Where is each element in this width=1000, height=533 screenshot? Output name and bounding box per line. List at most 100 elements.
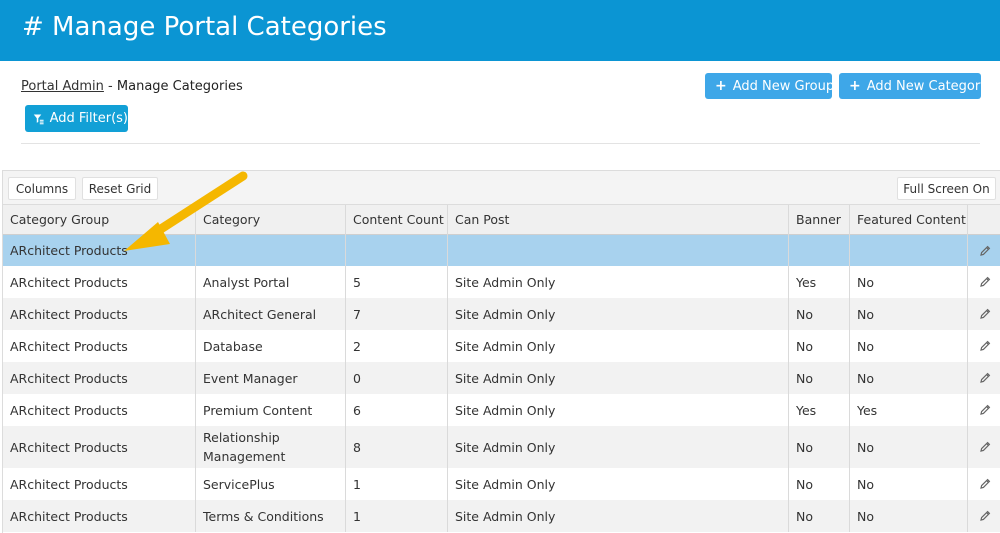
cell-category: ServicePlus [196,468,346,500]
cell-banner: No [789,330,850,362]
cell-featured-content: No [850,298,968,330]
cell-content-count: 6 [346,394,448,426]
cell-content-count: 2 [346,330,448,362]
pencil-icon [979,276,990,287]
cell-can-post: Site Admin Only [448,266,789,298]
table-row[interactable]: ARchitect Products Relationship Managemen… [3,426,1000,468]
table-row[interactable]: ARchitect Products Event Manager 0 Site Adm… [3,362,1000,394]
breadcrumb: Portal Admin - Manage Categories [21,79,243,94]
grid-toolbar: Columns Reset Grid Full Screen On [3,171,1000,205]
cell-category-group: ARchitect Products [3,298,196,330]
table-row[interactable]: ARchitect Products Premium Content 6 Site A… [3,394,1000,426]
cell-content-count: 1 [346,468,448,500]
table-row[interactable]: ARchitect Products [3,235,1000,266]
cell-category-group: ARchitect Products [3,362,196,394]
categories-grid: Columns Reset Grid Full Screen On Catego… [2,170,1000,533]
column-header-banner[interactable]: Banner [789,205,850,235]
cell-featured-content: No [850,468,968,500]
edit-button[interactable] [968,330,1000,362]
cell-can-post: Site Admin Only [448,298,789,330]
cell-banner: No [789,298,850,330]
cell-category [196,235,346,266]
column-header-featured-content[interactable]: Featured Content [850,205,968,235]
cell-can-post: Site Admin Only [448,426,789,468]
cell-can-post: Site Admin Only [448,362,789,394]
breadcrumb-link-portal-admin[interactable]: Portal Admin [21,79,104,94]
cell-featured-content: No [850,362,968,394]
plus-icon: + [849,78,861,94]
cell-can-post: Site Admin Only [448,394,789,426]
add-filter-label: Add Filter(s) [49,111,128,126]
cell-can-post: Site Admin Only [448,330,789,362]
add-new-category-button[interactable]: + Add New Category [839,73,988,99]
cell-can-post [448,235,789,266]
cell-featured-content: No [850,266,968,298]
cell-banner: No [789,500,850,532]
pencil-icon [979,441,990,452]
grid-header: Category Group Category Content Count Ca… [3,205,1000,235]
page-title: # Manage Portal Categories [22,12,387,42]
cell-content-count: 8 [346,426,448,468]
cell-category-group: ARchitect Products [3,330,196,362]
edit-button[interactable] [968,468,1000,500]
cell-category-group: ARchitect Products [3,468,196,500]
table-row[interactable]: ARchitect Products ServicePlus 1 Site Admin… [3,468,1000,500]
full-screen-button[interactable]: Full Screen On [897,177,996,200]
cell-banner: No [789,468,850,500]
reset-grid-button[interactable]: Reset Grid [82,177,158,200]
table-row[interactable]: ARchitect Products Analyst Portal 5 Site Ad… [3,266,1000,298]
cell-category: Relationship Management [196,426,346,468]
cell-can-post: Site Admin Only [448,500,789,532]
breadcrumb-current: Manage Categories [116,79,243,94]
column-header-category[interactable]: Category [196,205,346,235]
pencil-icon [979,404,990,415]
column-header-can-post[interactable]: Can Post [448,205,789,235]
cell-banner: No [789,426,850,468]
edit-button[interactable] [968,235,1000,266]
pencil-icon [979,340,990,351]
cell-featured-content [850,235,968,266]
table-row[interactable]: ARchitect Products Database 2 Site Admin On… [3,330,1000,362]
cell-category: Event Manager [196,362,346,394]
cell-content-count: 1 [346,500,448,532]
cell-can-post: Site Admin Only [448,468,789,500]
cell-category: ARchitect General [196,298,346,330]
edit-button[interactable] [968,500,1000,532]
cell-featured-content: No [850,426,968,468]
cell-featured-content: Yes [850,394,968,426]
cell-banner: No [789,362,850,394]
table-row[interactable]: ARchitect Products Terms & Conditions 1 Sit… [3,500,1000,532]
cell-content-count: 0 [346,362,448,394]
pencil-icon [979,245,990,256]
edit-button[interactable] [968,266,1000,298]
add-new-category-label: Add New Category [866,78,988,94]
add-filter-button[interactable]: Add Filter(s) [25,105,128,132]
edit-button[interactable] [968,394,1000,426]
add-new-group-button[interactable]: + Add New Group [705,73,835,99]
table-row[interactable]: ARchitect Products ARchitect General 7 Site… [3,298,1000,330]
cell-content-count: 7 [346,298,448,330]
column-header-category-group[interactable]: Category Group [3,205,196,235]
cell-category-group: ARchitect Products [3,266,196,298]
plus-icon: + [715,78,727,94]
cell-category-group: ARchitect Products [3,500,196,532]
columns-button[interactable]: Columns [8,177,76,200]
pencil-icon [979,308,990,319]
column-header-content-count[interactable]: Content Count [346,205,448,235]
cell-category: Terms & Conditions [196,500,346,532]
cell-featured-content: No [850,330,968,362]
divider [21,143,980,144]
cell-banner [789,235,850,266]
edit-button[interactable] [968,298,1000,330]
edit-button[interactable] [968,362,1000,394]
filter-icon [33,113,44,124]
cell-banner: Yes [789,394,850,426]
pencil-icon [979,372,990,383]
cell-category: Analyst Portal [196,266,346,298]
add-new-group-label: Add New Group [732,78,835,94]
page-header: # Manage Portal Categories [0,0,1000,61]
edit-button[interactable] [968,426,1000,468]
pencil-icon [979,510,990,521]
cell-category-group: ARchitect Products [3,394,196,426]
breadcrumb-separator: - [103,79,117,94]
